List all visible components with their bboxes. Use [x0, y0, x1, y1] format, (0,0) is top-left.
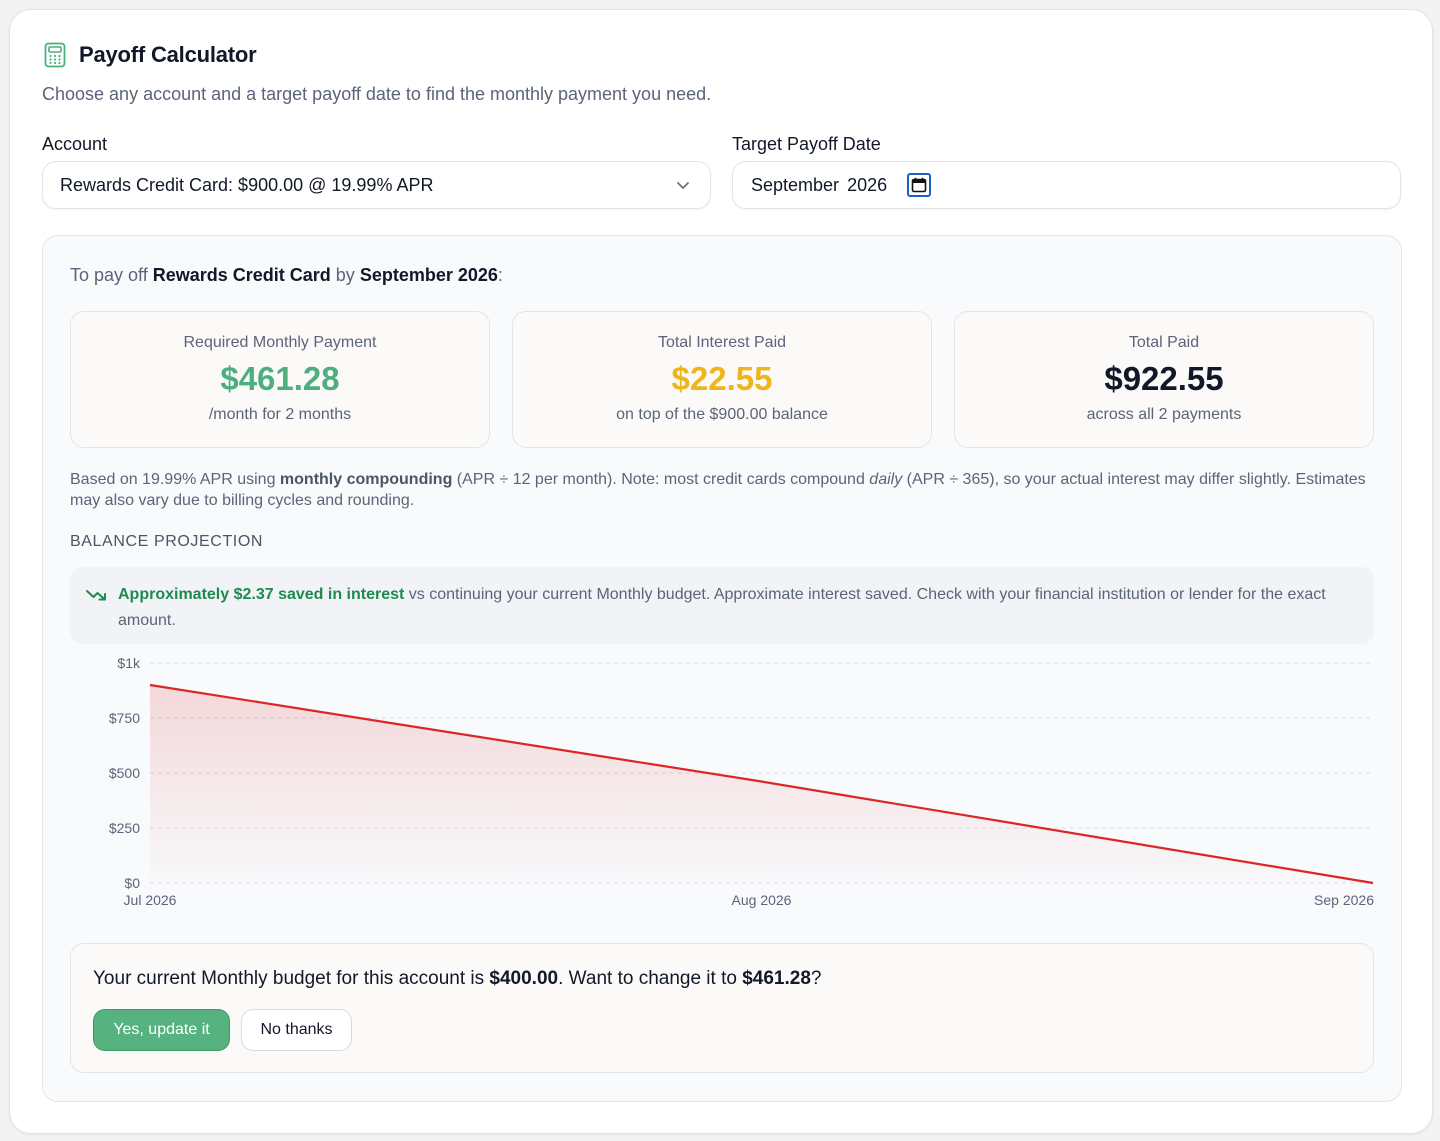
- y-tick-label: $750: [109, 710, 140, 726]
- x-tick-label: Aug 2026: [732, 892, 792, 908]
- account-select[interactable]: Rewards Credit Card: $900.00 @ 19.99% AP…: [42, 161, 711, 209]
- stat-label: Total Paid: [1128, 334, 1200, 351]
- stat-value: $22.55: [671, 360, 773, 397]
- note-bold: monthly compounding: [279, 471, 453, 488]
- stat-sub: across all 2 payments: [1086, 406, 1242, 423]
- trending-down-icon: [86, 585, 108, 608]
- calendar-icon[interactable]: [907, 173, 932, 197]
- account-label: Account: [42, 134, 108, 154]
- stat-sub: /month for 2 months: [208, 406, 352, 423]
- calculator-header: Payoff Calculator: [43, 42, 257, 68]
- savings-banner: Approximately $2.37 saved in interest vs…: [70, 567, 1374, 644]
- budget-text: ?: [810, 968, 822, 989]
- payoff-calculator-card: Payoff Calculator Choose any account and…: [9, 9, 1433, 1134]
- current-budget: $400.00: [489, 968, 559, 989]
- total-paid-stat: Total Paid $922.55 across all 2 payments: [954, 311, 1374, 448]
- note-text: Based on 19.99% APR using: [70, 471, 280, 488]
- no-thanks-button[interactable]: No thanks: [241, 1009, 352, 1051]
- results-intro: To pay off Rewards Credit Card by Septem…: [70, 265, 503, 286]
- y-tick-label: $250: [109, 820, 140, 836]
- calculator-icon: [43, 42, 67, 68]
- note-text: (APR ÷ 12 per month). Note: most credit …: [452, 471, 870, 488]
- compounding-note: Based on 19.99% APR using monthly compou…: [70, 469, 1370, 511]
- account-select-value: Rewards Credit Card: $900.00 @ 19.99% AP…: [60, 174, 434, 195]
- intro-account: Rewards Credit Card: [152, 265, 331, 285]
- note-italic: daily: [869, 471, 903, 488]
- budget-text: Your current Monthly budget for this acc…: [93, 968, 490, 989]
- stat-value: $461.28: [220, 360, 340, 397]
- stat-label: Total Interest Paid: [657, 334, 787, 351]
- results-panel: To pay off Rewards Credit Card by Septem…: [42, 235, 1402, 1102]
- intro-suffix: :: [497, 265, 503, 285]
- x-tick-label: Jul 2026: [124, 892, 177, 908]
- budget-text: . Want to change it to: [558, 968, 743, 989]
- target-date-label: Target Payoff Date: [732, 134, 881, 154]
- stat-label: Required Monthly Payment: [183, 334, 377, 351]
- savings-text: Approximately $2.37 saved in interest vs…: [118, 582, 1358, 634]
- balance-projection-title: BALANCE PROJECTION: [70, 533, 264, 550]
- stat-value: $922.55: [1104, 360, 1224, 397]
- intro-by: by: [330, 265, 360, 285]
- yes-update-button[interactable]: Yes, update it: [93, 1009, 230, 1051]
- budget-update-prompt: Your current Monthly budget for this acc…: [70, 943, 1374, 1073]
- intro-prefix: To pay off: [70, 265, 153, 285]
- date-month[interactable]: September: [751, 175, 839, 196]
- savings-amount: Approximately $2.37 saved in interest: [118, 586, 405, 603]
- page-subtitle: Choose any account and a target payoff d…: [42, 84, 712, 104]
- x-tick-label: Sep 2026: [1314, 892, 1374, 908]
- new-budget: $461.28: [742, 968, 811, 989]
- y-tick-label: $500: [109, 765, 140, 781]
- total-interest-stat: Total Interest Paid $22.55 on top of the…: [512, 311, 932, 448]
- balance-projection-chart: $0 $250 $500 $750 $1k Jul 2026 Aug 2026 Sep 202…: [109, 656, 1374, 908]
- budget-question: Your current Monthly budget for this acc…: [93, 968, 821, 990]
- y-tick-label: $1k: [117, 656, 141, 671]
- page-title: Payoff Calculator: [79, 42, 257, 67]
- target-date-input[interactable]: September 2026: [732, 161, 1401, 209]
- date-year[interactable]: 2026: [847, 175, 887, 196]
- y-tick-label: $0: [124, 875, 140, 891]
- intro-date: September 2026: [359, 265, 498, 285]
- required-payment-stat: Required Monthly Payment $461.28 /month …: [70, 311, 490, 448]
- chevron-down-icon: [674, 176, 692, 199]
- stat-sub: on top of the $900.00 balance: [616, 406, 828, 423]
